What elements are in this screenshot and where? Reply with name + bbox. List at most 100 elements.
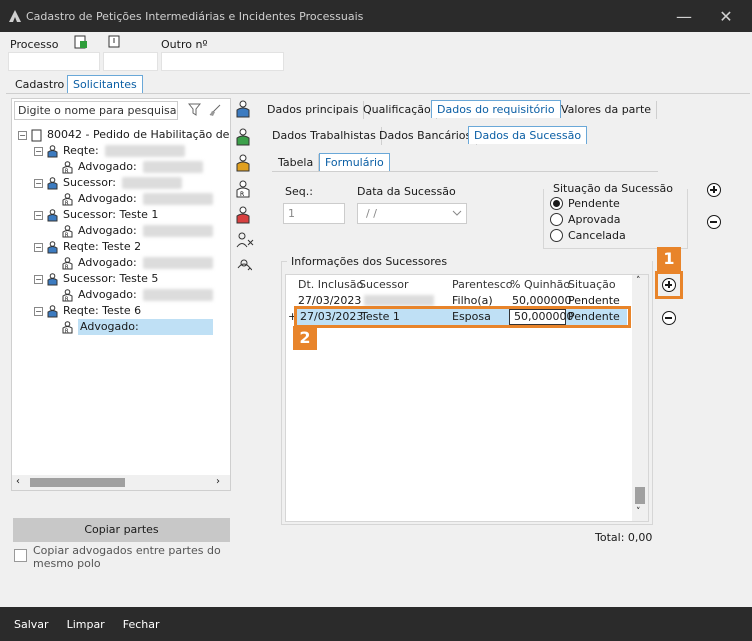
person-icon	[47, 176, 58, 189]
tree-node-label: Reqte:	[63, 144, 99, 157]
callout-badge-1: 1	[657, 247, 681, 271]
tree-node-label: Advogado:	[78, 288, 137, 301]
filter-icon[interactable]	[188, 103, 201, 116]
clipboard-icon[interactable]	[108, 35, 120, 48]
tree-node-advogado[interactable]: R Advogado:	[62, 223, 213, 239]
tab-solicitantes[interactable]: Solicitantes	[67, 75, 143, 93]
document-icon	[31, 129, 42, 141]
tree-horizontal-scrollbar[interactable]: ‹ ›	[12, 475, 230, 490]
col-sucessor[interactable]: Sucessor	[359, 278, 408, 291]
tree-toggle[interactable]: −	[34, 274, 43, 284]
person-key-icon[interactable]: R	[236, 180, 250, 198]
tree-node-parte[interactable]: − Reqte: Teste 6	[34, 303, 141, 319]
advogado-icon: R	[62, 288, 73, 302]
close-icon[interactable]: ✕	[704, 0, 748, 32]
callout-badge-2: 2	[293, 326, 317, 350]
document-green-icon[interactable]	[74, 35, 88, 49]
tree-node-parte[interactable]: − Sucessor: Teste 1	[34, 207, 158, 223]
svg-text:R: R	[65, 200, 69, 206]
tree-root[interactable]: − 80042 - Pedido de Habilitação de	[18, 127, 229, 143]
processo-label: Processo	[10, 38, 59, 51]
advogado-icon: R	[62, 192, 73, 206]
tree-node-parte[interactable]: − Reqte: Teste 2	[34, 239, 141, 255]
person-orange-icon[interactable]	[236, 154, 250, 172]
tab-cadastro[interactable]: Cadastro	[10, 76, 71, 94]
seq-input[interactable]: 1	[283, 203, 345, 224]
copiar-advogados-checkbox[interactable]	[14, 549, 27, 562]
tree-toggle[interactable]: −	[34, 146, 43, 156]
tab-formulario[interactable]: Formulário	[319, 153, 390, 171]
person-red-icon[interactable]	[236, 206, 250, 224]
tab-dados-bancarios[interactable]: Dados Bancários	[374, 127, 478, 145]
tree-node-label: Sucessor: Teste 1	[63, 208, 159, 221]
processo-field-2[interactable]	[103, 52, 158, 71]
tab-dados-requisitorio[interactable]: Dados do requisitório	[431, 100, 561, 118]
svg-text:R: R	[65, 232, 69, 238]
scrollbar-thumb[interactable]	[30, 478, 125, 487]
tree-node-parte[interactable]: − Sucessor: Teste 5	[34, 271, 158, 287]
col-quinhao[interactable]: % Quinhão	[510, 278, 570, 291]
col-dt-inclusao[interactable]: Dt. Inclusão	[298, 278, 363, 291]
person-icon	[47, 304, 58, 317]
tree-toggle[interactable]: −	[34, 210, 43, 220]
svg-text:R: R	[65, 328, 69, 334]
limpar-button[interactable]: Limpar	[67, 618, 105, 631]
fechar-button[interactable]: Fechar	[123, 618, 160, 631]
search-input[interactable]: Digite o nome para pesquisa...	[14, 101, 178, 120]
outro-numero-field[interactable]	[161, 52, 284, 71]
tree-node-parte[interactable]: − Reqte:	[34, 143, 185, 159]
radio-aprovada[interactable]	[550, 213, 563, 226]
tree-node-advogado[interactable]: R Advogado:	[62, 287, 213, 303]
sucessores-grid[interactable]: Dt. Inclusão Sucessor Parentesco % Quinh…	[285, 274, 649, 522]
clear-brush-icon[interactable]	[208, 103, 222, 117]
minimize-icon[interactable]: —	[662, 0, 706, 32]
col-parentesco[interactable]: Parentesco	[452, 278, 513, 291]
tree-node-advogado[interactable]: R Advogado:	[62, 191, 213, 207]
tree-toggle[interactable]: −	[34, 242, 43, 252]
remove-situacao-button[interactable]	[707, 215, 721, 229]
tab-dados-principais[interactable]: Dados principais	[262, 101, 365, 119]
tree-node-advogado[interactable]: R Advogado:	[62, 319, 213, 335]
tree-node-advogado[interactable]: R Advogado:	[62, 255, 213, 271]
data-sucessao-input[interactable]: / /	[357, 203, 467, 224]
app-logo-icon	[9, 10, 21, 22]
tab-dados-trabalhistas[interactable]: Dados Trabalhistas	[267, 127, 382, 145]
grid-vertical-scrollbar[interactable]: ˄ ˅	[632, 275, 648, 521]
person-green-icon[interactable]	[236, 128, 250, 146]
remove-person-icon[interactable]	[236, 232, 254, 248]
tree-node-advogado[interactable]: R Advogado:	[62, 159, 203, 175]
person-blue-icon[interactable]	[236, 100, 250, 118]
copiar-partes-button[interactable]: Copiar partes	[13, 518, 230, 542]
tree-toggle[interactable]: −	[34, 306, 43, 316]
salvar-button[interactable]: Salvar	[14, 618, 49, 631]
data-sucessao-label: Data da Sucessão	[357, 185, 456, 198]
col-situacao[interactable]: Situação	[568, 278, 616, 291]
copiar-advogados-label: Copiar advogados entre partes do mesmo p…	[33, 544, 221, 570]
add-sucessor-button[interactable]	[662, 278, 676, 292]
client-area: Processo Outro nº Cadastro Solicitantes …	[2, 32, 750, 607]
tab-tabela[interactable]: Tabela	[273, 154, 320, 172]
radio-pendente[interactable]	[550, 197, 563, 210]
chevron-down-icon[interactable]	[452, 210, 462, 217]
tree-toggle[interactable]: −	[34, 178, 43, 188]
svg-text:R: R	[65, 264, 69, 270]
tab-valores-parte[interactable]: Valores da parte	[556, 101, 658, 119]
radio-cancelada[interactable]	[550, 229, 563, 242]
add-situacao-button[interactable]	[707, 183, 721, 197]
tree-node-label: Advogado:	[78, 192, 137, 205]
processo-field-1[interactable]	[8, 52, 100, 71]
situacao-label: Situação da Sucessão	[551, 182, 676, 195]
title-bar: Cadastro de Petições Intermediárias e In…	[0, 0, 752, 32]
tab-dados-sucessao[interactable]: Dados da Sucessão	[468, 126, 588, 144]
tab-qualificacao[interactable]: Qualificação	[358, 101, 437, 119]
tree-node-label: Sucessor:	[63, 176, 116, 189]
swap-person-icon[interactable]	[236, 258, 252, 274]
scrollbar-thumb[interactable]	[635, 487, 645, 504]
person-icon	[47, 240, 58, 253]
svg-text:R: R	[65, 168, 69, 174]
tree-node-parte[interactable]: − Sucessor:	[34, 175, 182, 191]
sucessores-label: Informações dos Sucessores	[289, 255, 450, 268]
remove-sucessor-button[interactable]	[662, 311, 676, 325]
person-icon	[47, 144, 58, 157]
tab-divider	[6, 93, 750, 94]
